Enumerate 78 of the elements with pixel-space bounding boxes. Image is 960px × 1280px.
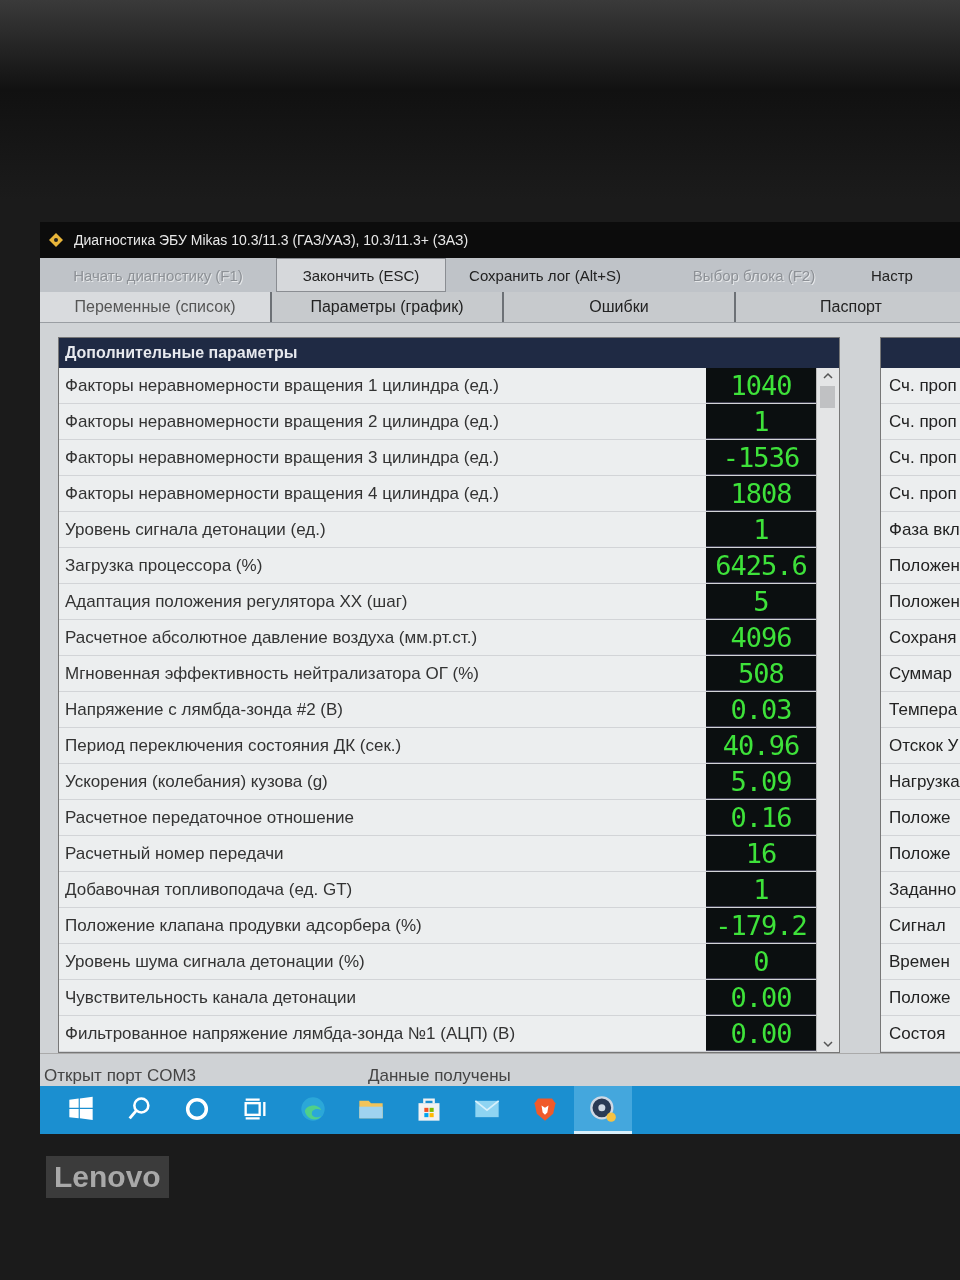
tab[interactable]: Ошибки	[504, 292, 736, 322]
parameter-value: 0.16	[706, 800, 816, 835]
toolbar-button[interactable]: Настр	[864, 258, 960, 292]
steering-wheel-icon	[589, 1094, 617, 1123]
parameter-name: Загрузка процессора (%)	[64, 554, 264, 577]
parameter-name: Расчетный номер передачи	[64, 842, 285, 865]
parameter-name: Положение клапана продувки адсорбера (%)	[64, 914, 423, 937]
parameter-name: Состоя	[881, 1016, 960, 1052]
parameter-value: 1	[706, 404, 816, 439]
parameter-name: Факторы неравномерности вращения 1 цилиндра (ед.)	[64, 374, 500, 397]
parameter-name: Ускорения (колебания) кузова (g)	[64, 770, 329, 793]
parameter-name: Период переключения состояния ДК (сек.)	[64, 734, 403, 757]
status-text: Данные получены	[367, 1066, 512, 1086]
scrollbar[interactable]	[816, 368, 839, 1052]
parameter-value: 5.09	[706, 764, 816, 799]
parameter-name: Адаптация положения регулятора ХХ (шаг)	[64, 590, 409, 613]
scroll-thumb[interactable]	[820, 386, 835, 408]
parameter-name: Заданно	[881, 872, 960, 908]
parameter-value: 0.03	[706, 692, 816, 727]
taskbar-button[interactable]	[574, 1086, 632, 1134]
parameter-name: Сигнал	[881, 908, 960, 944]
parameter-name: Расчетное передаточное отношение	[64, 806, 355, 829]
parameter-name: Положен	[881, 584, 960, 620]
tab[interactable]: Переменные (список)	[40, 292, 272, 322]
parameter-value: 508	[706, 656, 816, 691]
tab[interactable]: Параметры (график)	[272, 292, 504, 322]
windows-logo-icon	[67, 1094, 95, 1123]
panel-title: Дополнительные параметры	[59, 338, 839, 368]
parameter-name: Отскок У	[881, 728, 960, 764]
status-text: Открыт порт COM3	[43, 1066, 197, 1086]
scroll-down-icon	[823, 1040, 833, 1048]
parameter-name: Положе	[881, 800, 960, 836]
parameter-name: Факторы неравномерности вращения 3 цилиндра (ед.)	[64, 446, 500, 469]
parameter-value: -179.2	[706, 908, 816, 943]
diamond-icon	[48, 232, 64, 248]
parameter-name: Сч. проп	[881, 476, 960, 512]
parameter-name: Положе	[881, 836, 960, 872]
swirl-icon	[299, 1094, 327, 1123]
parameter-value: 5	[706, 584, 816, 619]
parameter-value: 40.96	[706, 728, 816, 763]
parameter-name: Напряжение с лямбда-зонда #2 (В)	[64, 698, 344, 721]
parameter-name: Факторы неравномерности вращения 4 цилиндра (ед.)	[64, 482, 500, 505]
parameter-value: 6425.6	[706, 548, 816, 583]
parameter-name: Добавочная топливоподача (ед. GT)	[64, 878, 354, 901]
parameter-name: Темпера	[881, 692, 960, 728]
parameter-name: Чувствительность канала детонации	[64, 986, 358, 1009]
parameter-value: 4096	[706, 620, 816, 655]
parameter-value: 16	[706, 836, 816, 871]
parameter-name: Фаза вкл	[881, 512, 960, 548]
parameter-name: Нагрузка	[881, 764, 960, 800]
brand-logo: Lenovo	[46, 1156, 169, 1198]
parameter-name: Факторы неравномерности вращения 2 цилиндра (ед.)	[64, 410, 500, 433]
parameter-value: 1808	[706, 476, 816, 511]
parameter-value: -1536	[706, 440, 816, 475]
parameter-value: 0.00	[706, 980, 816, 1015]
parameter-name: Сч. проп	[881, 404, 960, 440]
window-title: Диагностика ЭБУ Mikas 10.3/11.3 (ГАЗ/УАЗ), 10.3/11.3+ (ЗАЗ)	[74, 232, 469, 248]
toolbar-button[interactable]: Сохранить лог (Alt+S)	[446, 258, 644, 292]
parameter-name: Расчетное абсолютное давление воздуха (мм.рт.ст.)	[64, 626, 479, 649]
parameter-value: 0	[706, 944, 816, 979]
parameter-name: Уровень сигнала детонации (ед.)	[64, 518, 327, 541]
parameter-name: Суммар	[881, 656, 960, 692]
toolbar-button[interactable]: Закончить (ESC)	[276, 258, 446, 292]
parameter-name: Уровень шума сигнала детонации (%)	[64, 950, 366, 973]
parameter-name: Фильтрованное напряжение лямбда-зонда №1 (АЦП) (В)	[64, 1022, 517, 1045]
parameter-name: Положен	[881, 548, 960, 584]
scroll-up-icon	[823, 372, 833, 380]
parameter-name: Сохраня	[881, 620, 960, 656]
parameter-value: 1	[706, 872, 816, 907]
parameter-value: 1040	[706, 368, 816, 403]
parameter-name: Времен	[881, 944, 960, 980]
parameter-value: 0.00	[706, 1016, 816, 1051]
parameter-name: Мгновенная эффективность нейтрализатора ОГ (%)	[64, 662, 480, 685]
parameter-name: Сч. проп	[881, 368, 960, 404]
parameter-name: Сч. проп	[881, 440, 960, 476]
parameter-name: Положе	[881, 980, 960, 1016]
parameter-value: 1	[706, 512, 816, 547]
tab[interactable]: Паспорт	[736, 292, 960, 322]
